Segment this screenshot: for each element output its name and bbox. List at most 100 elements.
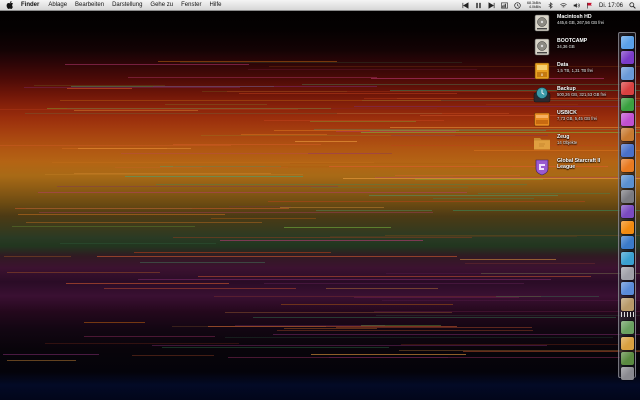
apple-menu-icon[interactable] (5, 1, 15, 9)
wallpaper-streak (97, 256, 457, 258)
dock-item-vlc[interactable] (621, 220, 634, 234)
wallpaper-streak (311, 353, 466, 355)
desktop-icon-macintosh-hd[interactable]: Macintosh HD 445,6 GB, 267,56 GB frei (533, 14, 619, 36)
desktop-icon-info: 7,73 GB, 5,45 GB frei (557, 116, 598, 122)
wallpaper-streak (198, 276, 591, 278)
desktop-icon-info: 34,36 GB (557, 44, 575, 50)
dock-item-firefox[interactable] (621, 159, 634, 173)
dock-item-ical[interactable] (621, 82, 634, 96)
wallpaper-streak (459, 259, 557, 261)
wallpaper-streak (415, 178, 543, 180)
wallpaper-streak (335, 327, 532, 329)
wallpaper-streak (2, 353, 99, 355)
wallpaper-streak (66, 108, 438, 110)
dock-item-downloads-stack[interactable] (621, 321, 634, 335)
dock-item-app-store[interactable] (621, 282, 634, 296)
menu-gehe-zu[interactable]: Gehe zu (150, 2, 173, 8)
desktop-icon-backup[interactable]: Backup 500,26 GB, 321,53 GB frei (533, 86, 619, 108)
wallpaper-streak (225, 311, 453, 313)
dock-item-network-utility[interactable] (621, 190, 634, 203)
wallpaper-streak (326, 287, 439, 289)
wallpaper-streak (133, 251, 331, 253)
dock-item-textedit[interactable] (621, 297, 634, 311)
dock-item-itunes[interactable] (621, 113, 634, 126)
wallpaper-streak (77, 147, 192, 149)
wallpaper-streak (477, 193, 610, 195)
wallpaper-streak (162, 346, 389, 348)
dock-item-xcode[interactable] (621, 143, 634, 157)
external-drive-icon: II (534, 62, 550, 80)
wallpaper-streak (241, 134, 327, 136)
wallpaper-streak (65, 282, 229, 284)
volume-icon[interactable] (573, 2, 580, 9)
wallpaper-streak (373, 310, 640, 312)
usb-drive-icon (534, 112, 550, 127)
desktop-icon-label: Global Starcraft II League (557, 158, 601, 171)
desktop-icon-info: 445,6 GB, 267,56 GB frei (557, 20, 605, 26)
network-monitor[interactable]: 68.3kB/s 4.0kB/s (527, 1, 541, 10)
bluetooth-icon[interactable] (547, 2, 554, 9)
wallpaper-streak (395, 175, 520, 177)
desktop-icon-usbick[interactable]: USBICK 7,73 GB, 5,45 GB frei (533, 110, 619, 132)
dock-item-utility-app[interactable] (621, 267, 634, 280)
dock-item-dashboard[interactable] (621, 51, 634, 65)
dock-item-trash[interactable] (621, 367, 634, 381)
time-machine-drive-icon (533, 87, 551, 103)
dock-item-address-book[interactable] (621, 128, 634, 142)
dock-item-safari[interactable] (621, 174, 634, 188)
wallpaper-streak (353, 297, 519, 299)
wallpaper-streak (164, 104, 268, 106)
spotlight-icon[interactable] (629, 2, 636, 9)
menu-darstellung[interactable]: Darstellung (112, 2, 142, 8)
menu-fenster[interactable]: Fenster (181, 2, 201, 8)
desktop-icon-bootcamp[interactable]: BOOTCAMP 34,36 GB (533, 38, 619, 60)
dock-item-finder[interactable] (621, 36, 634, 49)
dock-item-mail[interactable] (621, 66, 634, 80)
wallpaper-streak (124, 176, 304, 178)
menu-bearbeiten[interactable]: Bearbeiten (75, 2, 104, 8)
wallpaper-streak (59, 100, 441, 102)
cpu-meter-icon[interactable] (501, 2, 508, 9)
wallpaper-streak (140, 261, 266, 263)
wallpaper-streak (17, 214, 226, 216)
menu-finder[interactable]: Finder (21, 2, 39, 8)
wallpaper-streak (311, 186, 468, 188)
wallpaper-streak (137, 279, 552, 281)
menu-ablage[interactable]: Ablage (48, 2, 67, 8)
desktop-icon-gsl[interactable]: Global Starcraft II League (533, 158, 619, 180)
wallpaper-streak (280, 304, 453, 306)
dock-item-applications-stack[interactable] (621, 352, 634, 365)
wifi-icon[interactable] (560, 2, 567, 9)
hard-drive-icon (534, 14, 550, 32)
wallpaper-streak (390, 135, 548, 137)
desktop-icon-info: 1,5 TB, 1,31 TB frei (557, 68, 594, 74)
wallpaper-streak (0, 145, 232, 147)
dock-item-quicktime[interactable] (621, 236, 634, 250)
wallpaper-streak (57, 185, 338, 187)
dock-item-script-editor[interactable] (621, 97, 634, 111)
wallpaper-streak (495, 296, 600, 298)
wallpaper-streak (39, 211, 434, 213)
skip-back-icon[interactable] (462, 2, 469, 9)
skip-forward-icon[interactable] (488, 2, 495, 9)
menubar-clock[interactable]: Di. 17:06 (599, 3, 623, 9)
wallpaper-streak (219, 240, 424, 242)
dock-item-documents-stack[interactable] (621, 336, 634, 350)
dock (618, 32, 636, 381)
flag-icon[interactable] (586, 2, 593, 9)
wallpaper-streak (151, 344, 548, 346)
desktop-icon-data[interactable]: II Data 1,5 TB, 1,31 TB frei (533, 62, 619, 84)
dock-item-photo-app[interactable] (621, 251, 634, 265)
time-machine-icon[interactable] (514, 2, 521, 9)
menu-hilfe[interactable]: Hilfe (209, 2, 221, 8)
pause-icon[interactable] (475, 2, 482, 9)
dock-item-imovie[interactable] (621, 205, 634, 219)
gsl-app-icon (535, 159, 549, 176)
wallpaper-streak (26, 222, 263, 224)
wallpaper-streak (172, 326, 327, 328)
wallpaper-streak (132, 355, 215, 357)
dock-separator (621, 312, 634, 318)
desktop-wallpaper (0, 0, 640, 400)
desktop-icon-zeug[interactable]: Zeug 14 Objekte (533, 134, 619, 156)
wallpaper-streak (157, 60, 338, 62)
